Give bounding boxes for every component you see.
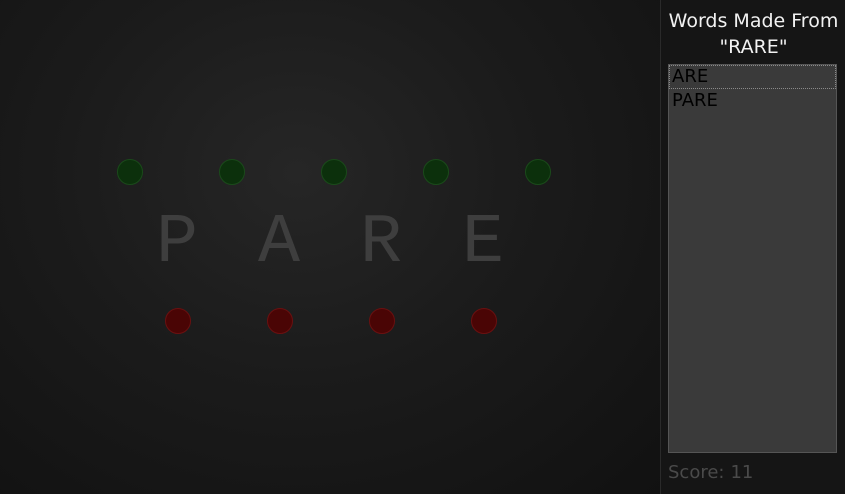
green-insert-slot-3[interactable] [321, 159, 347, 185]
sidebar-title: Words Made From "RARE" [661, 8, 845, 60]
green-insert-slot-2[interactable] [219, 159, 245, 185]
green-insert-slot-1[interactable] [117, 159, 143, 185]
red-remove-button-2[interactable] [267, 308, 293, 334]
score-value: 11 [730, 462, 754, 483]
score-display: Score: 11 [668, 461, 759, 485]
board-letter-4[interactable]: E [453, 206, 513, 282]
board-letter-1[interactable]: P [147, 206, 207, 282]
game-board: P A R E [0, 0, 660, 494]
board-letter-3[interactable]: R [351, 206, 411, 282]
green-insert-slot-4[interactable] [423, 159, 449, 185]
sidebar: Words Made From "RARE" ARE PARE Score: 11 [660, 0, 845, 494]
word-list-item[interactable]: PARE [669, 89, 836, 113]
green-insert-slot-5[interactable] [525, 159, 551, 185]
board-letter-2[interactable]: A [249, 206, 309, 282]
sidebar-title-line1: Words Made From [668, 10, 839, 32]
red-remove-button-1[interactable] [165, 308, 191, 334]
red-remove-button-4[interactable] [471, 308, 497, 334]
word-list[interactable]: ARE PARE [668, 64, 837, 453]
sidebar-title-line2: "RARE" [719, 36, 788, 58]
score-label: Score: [668, 462, 725, 483]
word-list-item[interactable]: ARE [669, 65, 836, 89]
red-remove-button-3[interactable] [369, 308, 395, 334]
